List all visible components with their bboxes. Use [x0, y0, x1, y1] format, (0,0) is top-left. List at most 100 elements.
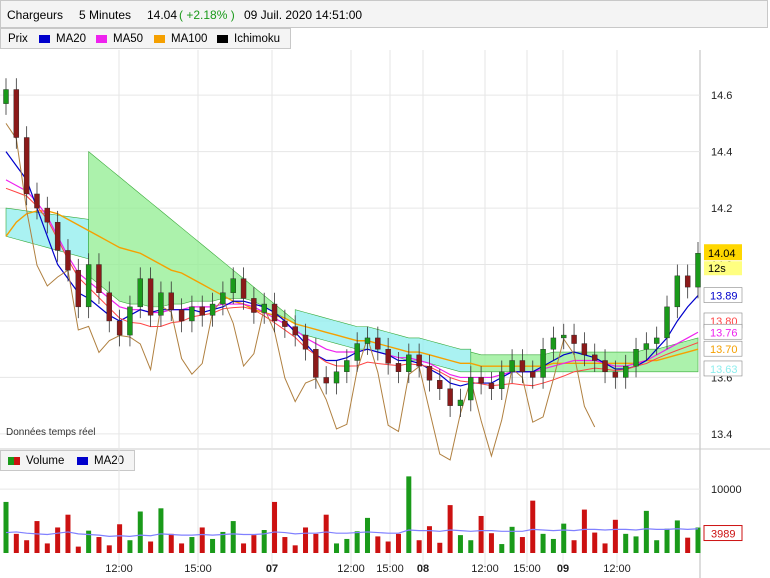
candle-body — [230, 278, 236, 293]
x-tick-label: 15:00 — [376, 563, 404, 575]
candle-body — [158, 292, 164, 316]
volume-bar — [117, 524, 123, 553]
volume-bar — [499, 544, 505, 553]
y-tick-label: 14.4 — [711, 147, 732, 159]
volume-bar — [303, 527, 309, 553]
volume-bar — [530, 500, 536, 553]
y-tick-label: 13.4 — [711, 429, 732, 441]
x-tick-label: 12:00 — [105, 563, 133, 575]
volume-bar — [654, 540, 660, 553]
candle-body — [695, 253, 701, 288]
candle-body — [406, 354, 412, 372]
volume-bar — [323, 514, 329, 553]
candle-body — [116, 320, 123, 336]
last-price-marker-label: 14.04 — [708, 248, 736, 260]
y-tick-label: 14.2 — [711, 203, 732, 215]
candle-body — [499, 371, 505, 389]
volume-bar — [344, 538, 350, 553]
candle-body — [530, 371, 536, 378]
candle-body — [643, 343, 650, 350]
volume-bar — [468, 540, 474, 553]
volume-bar — [550, 538, 556, 553]
candle-body — [519, 360, 526, 372]
volume-bar — [406, 476, 412, 553]
volume-bar — [674, 520, 680, 553]
volume-bar — [313, 533, 319, 553]
candle-body — [3, 89, 9, 104]
candle-body — [44, 207, 51, 223]
x-tick-label: 12:00 — [603, 563, 631, 575]
volume-bar — [478, 515, 484, 553]
candle-body — [34, 193, 40, 209]
volume-bar — [106, 545, 112, 553]
volume-bar — [602, 543, 608, 553]
x-tick-label: 08 — [417, 563, 429, 575]
candle-body — [127, 306, 133, 336]
candle-body — [612, 371, 619, 378]
volume-bar — [34, 521, 40, 553]
candle-body — [220, 292, 226, 305]
volume-bar — [334, 543, 340, 553]
volume-bar — [282, 537, 288, 553]
volume-bar — [581, 509, 587, 553]
candle-body — [106, 292, 112, 322]
volume-bar — [643, 510, 649, 553]
volume-bar — [416, 540, 422, 553]
candle-body — [178, 309, 185, 322]
volume-bar — [354, 531, 360, 553]
volume-bar — [561, 523, 567, 553]
volume-bar — [457, 535, 463, 553]
candle-body — [416, 354, 422, 367]
candle-body — [447, 388, 453, 406]
price-chart[interactable]: 13.413.613.814.014.214.414.612:0015:0007… — [0, 0, 770, 578]
candle-body — [664, 306, 670, 339]
candle-body — [168, 292, 174, 310]
volume-bar — [13, 533, 19, 553]
candle-body — [54, 221, 61, 251]
candle-body — [209, 303, 216, 316]
volume-bar — [385, 541, 391, 553]
candle-body — [375, 337, 381, 350]
volume-bar — [364, 517, 370, 553]
candle-body — [23, 137, 30, 195]
volume-bar — [158, 508, 164, 553]
ichimoku-cloud-bear — [294, 309, 472, 373]
candle-body — [333, 371, 340, 384]
volume-bar — [210, 538, 216, 553]
volume-bar — [96, 537, 102, 553]
candle-body — [581, 343, 588, 356]
volume-bar — [685, 537, 691, 553]
volume-bar — [44, 543, 50, 553]
volume-bar — [272, 501, 278, 553]
volume-bar — [612, 519, 618, 553]
candle-body — [261, 303, 267, 313]
volume-bar — [179, 543, 185, 553]
candle-body — [623, 365, 629, 378]
indicator-value-label: 13.70 — [710, 344, 738, 356]
candle-body — [550, 337, 557, 350]
indicator-value-label: 13.63 — [710, 364, 738, 376]
volume-bar — [148, 541, 154, 553]
realtime-note: Données temps réel — [6, 427, 96, 438]
candle-body — [240, 278, 247, 299]
candle-body — [302, 334, 309, 350]
volume-bar — [55, 527, 61, 553]
candle-body — [540, 349, 546, 378]
volume-bar — [633, 536, 639, 553]
candle-body — [147, 278, 154, 316]
volume-bar — [137, 511, 143, 553]
x-tick-label: 15:00 — [184, 563, 212, 575]
volume-bar — [75, 546, 81, 553]
x-tick-label: 12:00 — [471, 563, 499, 575]
volume-bar — [375, 536, 381, 553]
candle-body — [271, 303, 278, 322]
chart-window: Chargeurs 5 Minutes 14.04 ( +2.18% ) 09 … — [0, 0, 770, 578]
volume-bar — [65, 514, 71, 553]
volume-last-label: 3989 — [711, 529, 735, 541]
candle-body — [354, 343, 360, 361]
volume-bar — [199, 527, 205, 553]
candle-body — [137, 278, 143, 308]
volume-bar — [519, 537, 525, 553]
candle-body — [292, 326, 298, 336]
volume-bar — [623, 533, 629, 553]
